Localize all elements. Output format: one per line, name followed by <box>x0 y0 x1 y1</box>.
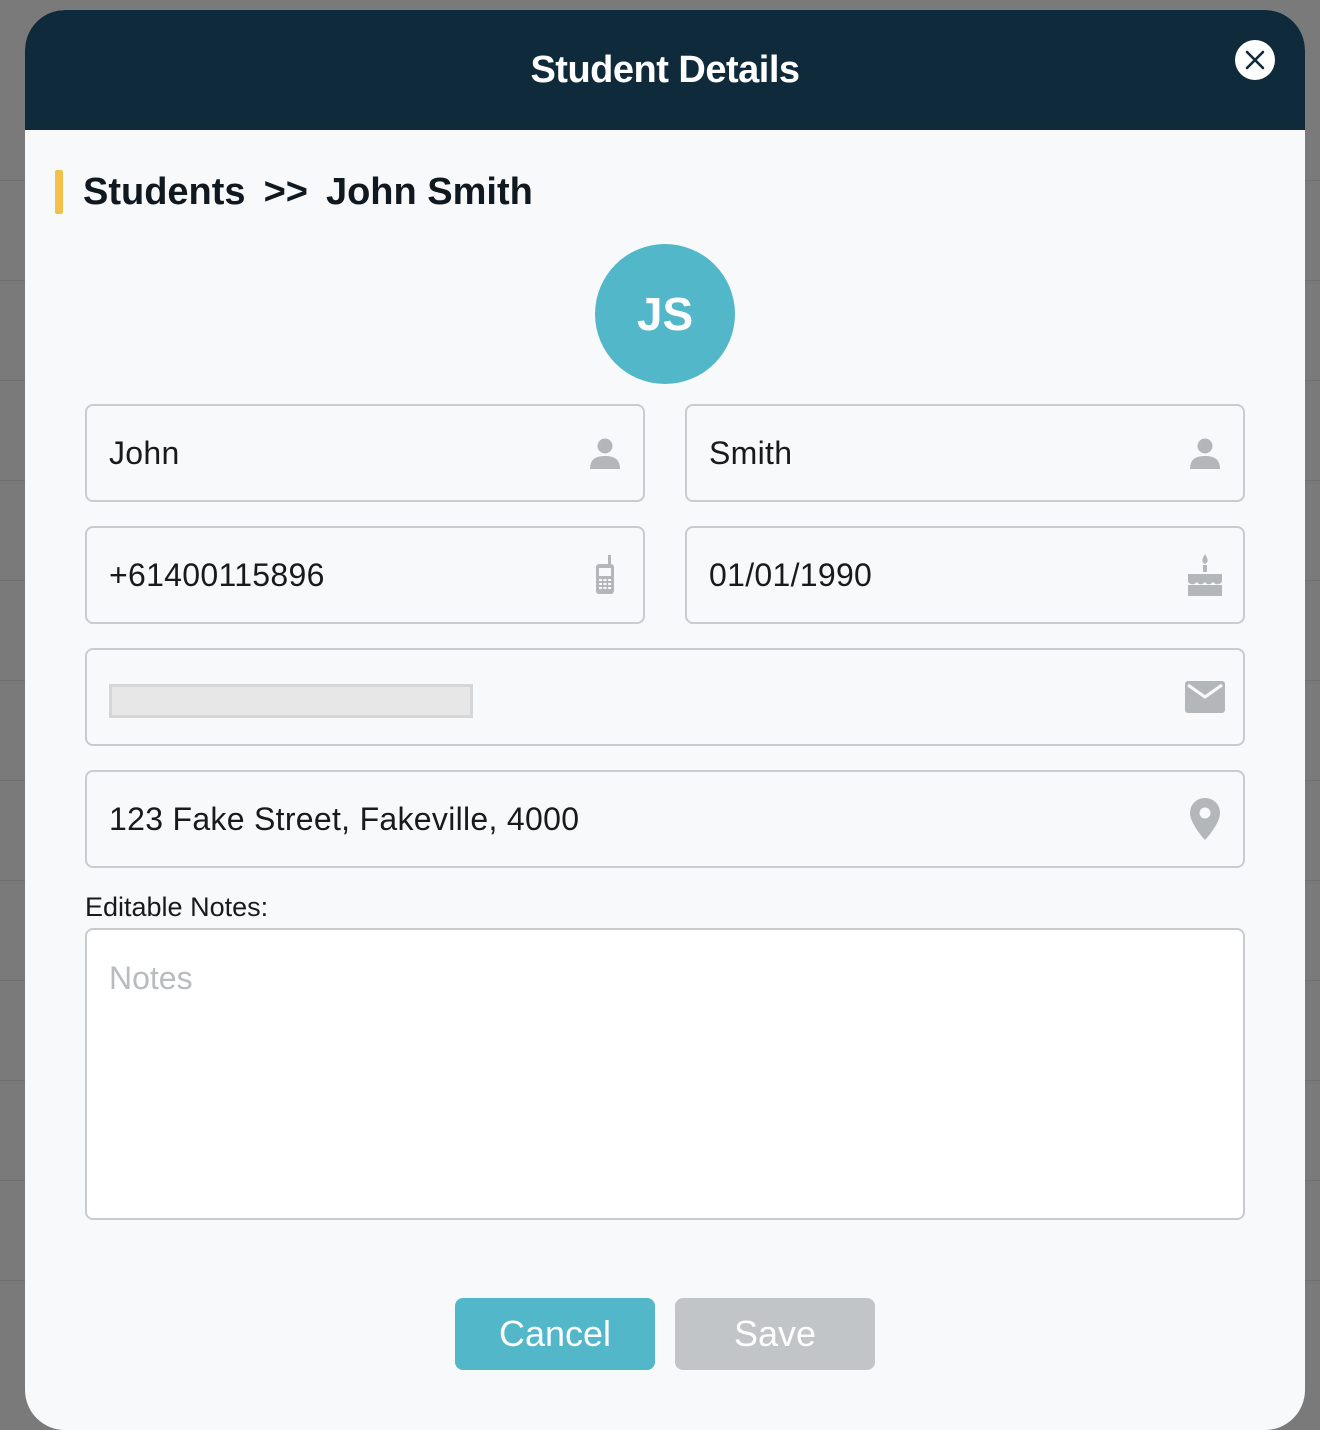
mobile-phone-icon <box>585 555 625 595</box>
birth-date-value: 01/01/1990 <box>709 557 873 593</box>
person-icon <box>585 433 625 473</box>
close-icon <box>1245 50 1265 70</box>
phone-value: +61400115896 <box>109 557 325 593</box>
save-button[interactable]: Save <box>675 1298 875 1370</box>
modal-header: Student Details <box>25 10 1305 130</box>
notes-textarea[interactable]: Notes <box>85 928 1245 1220</box>
location-pin-icon <box>1185 798 1225 840</box>
last-name-field[interactable]: Smith <box>685 404 1245 502</box>
avatar: JS <box>595 244 735 384</box>
modal-title: Student Details <box>530 48 800 91</box>
address-field[interactable]: 123 Fake Street, Fakeville, 4000 <box>85 770 1245 868</box>
notes-placeholder: Notes <box>109 960 193 996</box>
cancel-button[interactable]: Cancel <box>455 1298 655 1370</box>
first-name-field[interactable]: John <box>85 404 645 502</box>
breadcrumb-separator: >> <box>263 170 308 213</box>
breadcrumb-current: John Smith <box>325 170 533 213</box>
close-button[interactable] <box>1235 40 1275 80</box>
breadcrumb: Students >> John Smith <box>55 170 533 214</box>
birth-date-field[interactable]: 01/01/1990 <box>685 526 1245 624</box>
first-name-value: John <box>109 435 180 471</box>
student-details-modal: Student Details Students >> John Smith J… <box>25 10 1305 1430</box>
email-field[interactable] <box>85 648 1245 746</box>
breadcrumb-parent[interactable]: Students <box>83 171 246 214</box>
address-value: 123 Fake Street, Fakeville, 4000 <box>109 801 580 837</box>
breadcrumb-marker <box>55 170 63 214</box>
email-value-redacted <box>109 684 473 718</box>
phone-field[interactable]: +61400115896 <box>85 526 645 624</box>
last-name-value: Smith <box>709 435 793 471</box>
person-icon <box>1185 433 1225 473</box>
notes-label: Editable Notes: <box>85 892 269 922</box>
birthday-cake-icon <box>1185 554 1225 596</box>
envelope-icon <box>1185 677 1225 717</box>
